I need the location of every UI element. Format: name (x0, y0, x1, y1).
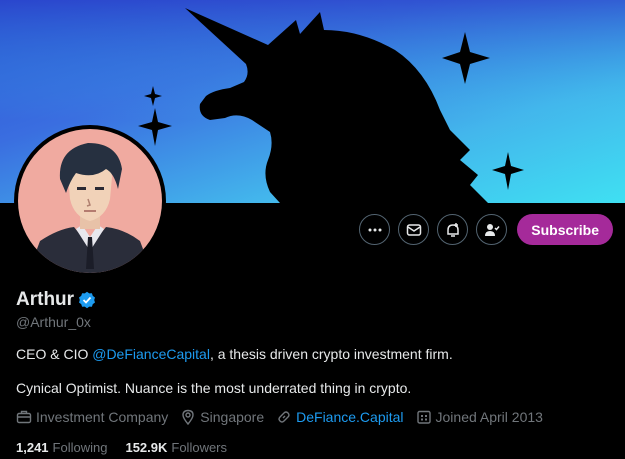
meta-category: Investment Company (16, 409, 168, 425)
meta-joined: Joined April 2013 (416, 409, 543, 425)
followers-label: Followers (171, 440, 228, 455)
bio-line-2: Cynical Optimist. Nuance is the most und… (16, 380, 412, 396)
more-icon (368, 228, 382, 231)
following-count: 1,241 (16, 440, 49, 455)
briefcase-icon (16, 410, 32, 424)
profile-name-row: Arthur (16, 289, 96, 311)
following-button[interactable] (476, 214, 508, 245)
follow-stats: 1,241 Following 152.9K Followers (16, 440, 245, 455)
profile-name: Arthur (16, 289, 75, 310)
more-button[interactable] (359, 214, 391, 245)
message-button[interactable] (398, 214, 430, 245)
bio-line-1: CEO & CIO @DeFianceCapital, a thesis dri… (16, 346, 453, 362)
followers-stat[interactable]: 152.9K Followers (125, 440, 227, 455)
person-check-icon (484, 223, 500, 236)
avatar[interactable] (14, 125, 166, 277)
bio-suffix: , a thesis driven crypto investment firm… (209, 346, 453, 362)
followers-count: 152.9K (125, 440, 168, 455)
meta-website-link[interactable]: DeFiance.Capital (296, 409, 403, 425)
link-icon (278, 411, 290, 423)
location-pin-icon (182, 409, 194, 425)
subscribe-button[interactable]: Subscribe (517, 214, 613, 245)
meta-location-label: Singapore (200, 409, 265, 425)
bio-prefix: CEO & CIO (16, 346, 93, 362)
meta-joined-label: Joined April 2013 (435, 409, 543, 425)
calendar-icon (416, 410, 431, 424)
meta-location: Singapore (180, 409, 264, 425)
profile-actions: Subscribe (359, 214, 613, 245)
profile-meta: Investment Company Singapore DeFiance.Ca… (16, 409, 555, 425)
bio-mention-link[interactable]: @DeFianceCapital (92, 346, 210, 362)
profile-handle: @Arthur_0x (16, 314, 91, 330)
following-stat[interactable]: 1,241 Following (16, 440, 107, 455)
message-icon (406, 223, 422, 236)
meta-category-label: Investment Company (36, 409, 169, 425)
following-label: Following (52, 440, 108, 455)
notification-bell-plus-icon (447, 222, 459, 237)
verified-badge-icon[interactable] (78, 291, 96, 309)
notifications-button[interactable] (437, 214, 469, 245)
anime-portrait-avatar (18, 129, 162, 273)
meta-website[interactable]: DeFiance.Capital (276, 409, 404, 425)
